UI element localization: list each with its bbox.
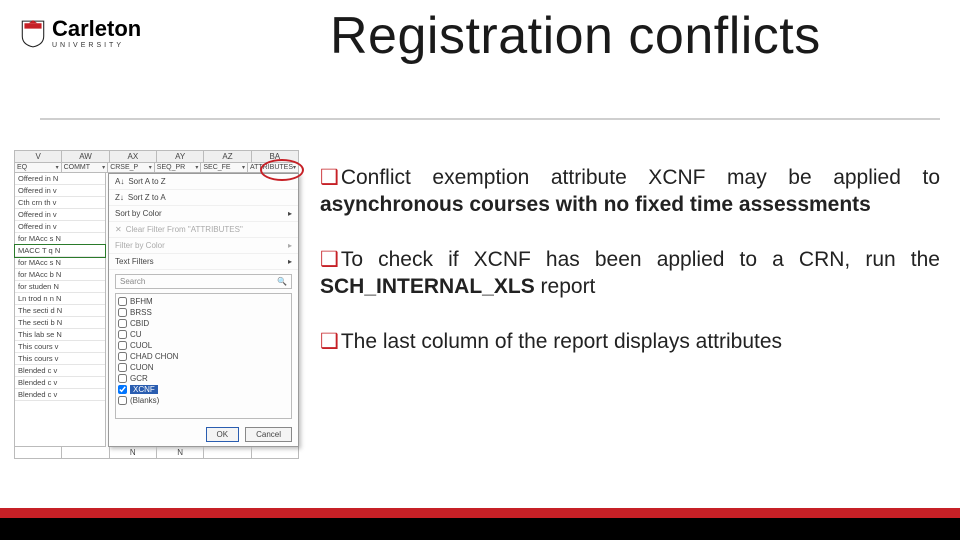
filter-arrow-icon[interactable]: ▾: [149, 164, 152, 171]
shield-icon: [20, 19, 46, 49]
sort-by-color[interactable]: Sort by Color▸: [109, 206, 298, 222]
cancel-button[interactable]: Cancel: [245, 427, 292, 442]
filter-option[interactable]: GCR: [118, 373, 289, 384]
ok-button[interactable]: OK: [206, 427, 240, 442]
header-cell[interactable]: EQ▾: [15, 163, 62, 172]
body-text: ❑Conflict exemption attribute XCNF may b…: [320, 165, 940, 383]
clear-filter: ✕Clear Filter From "ATTRIBUTES": [109, 222, 298, 238]
filter-option[interactable]: CU: [118, 329, 289, 340]
cell: MACC T q N: [15, 245, 105, 257]
sort-asc-icon: A↓: [115, 177, 124, 186]
cell: This lab se N: [15, 329, 105, 341]
cell: The secti d N: [15, 305, 105, 317]
col-letter: AY: [157, 151, 204, 162]
cell: for MAcc s N: [15, 233, 105, 245]
cell: Offered in v: [15, 221, 105, 233]
cell: [252, 447, 298, 458]
col-letter: V: [15, 151, 62, 162]
header-cell-attributes[interactable]: ATTRIBUTES▾: [248, 163, 298, 172]
bullet-3: ❑The last column of the report displays …: [320, 329, 940, 356]
cell: for studen N: [15, 281, 105, 293]
cell: Offered in v: [15, 185, 105, 197]
cell: Offered in N: [15, 173, 105, 185]
filter-arrow-icon[interactable]: ▾: [102, 164, 105, 171]
cell: This cours v: [15, 353, 105, 365]
cell: This cours v: [15, 341, 105, 353]
bullet-2: ❑To check if XCNF has been applied to a …: [320, 247, 940, 301]
cell: Offered in v: [15, 209, 105, 221]
footer-bar-red: [0, 508, 960, 518]
cell: Blended c v: [15, 377, 105, 389]
divider: [40, 118, 940, 120]
filter-arrow-icon[interactable]: ▾: [195, 164, 198, 171]
slide-title: Registration conflicts: [330, 6, 821, 66]
sort-desc-icon: Z↓: [115, 193, 124, 202]
col-letter: AW: [62, 151, 109, 162]
excel-bottom-row: N N: [14, 447, 299, 459]
filter-option[interactable]: CBID: [118, 318, 289, 329]
header-cell[interactable]: COMMT▾: [62, 163, 109, 172]
cell: N: [110, 447, 157, 458]
bullet-icon: ❑: [320, 248, 339, 271]
search-icon: 🔍: [277, 277, 287, 286]
filter-checkbox-list: BFHM BRSS CBID CU CUOL CHAD CHON CUON GC…: [115, 293, 292, 419]
excel-screenshot: V AW AX AY AZ BA EQ▾ COMMT▾ CRSE_P▾ SEQ_…: [14, 150, 299, 459]
cell: Blended c v: [15, 365, 105, 377]
clear-filter-icon: ✕: [115, 225, 122, 234]
filter-option-xcnf[interactable]: XCNF: [118, 384, 289, 395]
col-letter: AX: [110, 151, 157, 162]
cell: [204, 447, 251, 458]
filter-by-color: Filter by Color▸: [109, 238, 298, 254]
cell: Blended c v: [15, 389, 105, 401]
header-cell[interactable]: CRSE_P▾: [108, 163, 155, 172]
excel-header-row: EQ▾ COMMT▾ CRSE_P▾ SEQ_PR▾ SEC_FE▾ ATTRI…: [14, 163, 299, 173]
filter-search-input[interactable]: Search🔍: [115, 274, 292, 289]
annotation-circle: [260, 159, 304, 181]
cell: Cth crn th v: [15, 197, 105, 209]
text-filters[interactable]: Text Filters▸: [109, 254, 298, 270]
col-letter: AZ: [204, 151, 251, 162]
logo-subtext: UNIVERSITY: [52, 42, 141, 49]
university-logo: Carleton UNIVERSITY: [20, 18, 141, 49]
cell: Ln trod n n N: [15, 293, 105, 305]
cell: for MAcc b N: [15, 269, 105, 281]
filter-arrow-icon[interactable]: ▾: [56, 164, 59, 171]
cell: [15, 447, 62, 458]
logo-wordmark: Carleton: [52, 18, 141, 40]
header-cell[interactable]: SEQ_PR▾: [155, 163, 202, 172]
cell: N: [157, 447, 204, 458]
filter-option[interactable]: BFHM: [118, 296, 289, 307]
filter-dropdown-menu: A↓Sort A to Z Z↓Sort Z to A Sort by Colo…: [108, 173, 299, 447]
filter-option[interactable]: BRSS: [118, 307, 289, 318]
filter-arrow-icon[interactable]: ▾: [242, 164, 245, 171]
sort-desc[interactable]: Z↓Sort Z to A: [109, 190, 298, 206]
filter-option[interactable]: CUOL: [118, 340, 289, 351]
filter-option[interactable]: CHAD CHON: [118, 351, 289, 362]
filter-option[interactable]: CUON: [118, 362, 289, 373]
bullet-1: ❑Conflict exemption attribute XCNF may b…: [320, 165, 940, 219]
footer-bar-black: [0, 518, 960, 540]
bullet-icon: ❑: [320, 330, 339, 353]
filter-option[interactable]: (Blanks): [118, 395, 289, 406]
excel-column-letters: V AW AX AY AZ BA: [14, 150, 299, 163]
cell: [62, 447, 109, 458]
cell: for MAcc s N: [15, 257, 105, 269]
excel-data-column: Offered in N Offered in v Cth crn th v O…: [14, 173, 106, 447]
cell: The secti b N: [15, 317, 105, 329]
header-cell[interactable]: SEC_FE▾: [201, 163, 248, 172]
bullet-icon: ❑: [320, 166, 339, 189]
